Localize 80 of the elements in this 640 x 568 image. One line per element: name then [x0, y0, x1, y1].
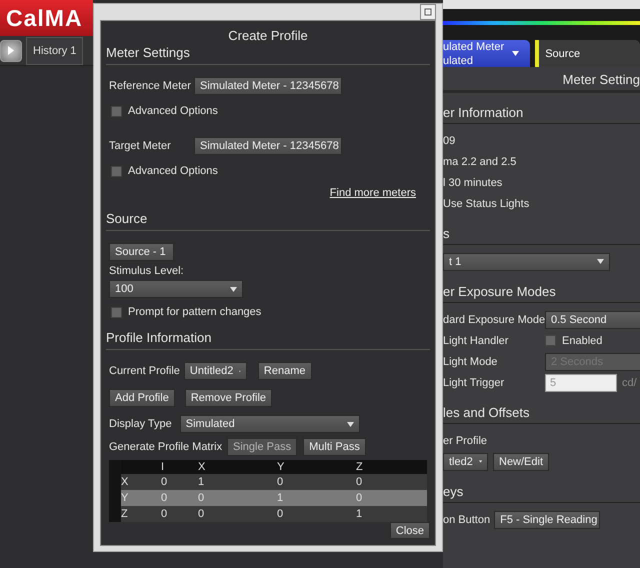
row-header: X [121, 476, 130, 488]
checkbox[interactable] [111, 166, 122, 176]
dropdown[interactable]: 100 [109, 280, 243, 298]
table-cell-text: 0 [161, 508, 168, 520]
section-header: Profile Information [106, 328, 430, 350]
field-label: Generate Profile Matrix [109, 441, 221, 453]
field-label: dard Exposure Mode [443, 314, 545, 326]
info-text: er Profile [443, 434, 488, 448]
input-field[interactable]: 5 [545, 374, 617, 392]
field-label: on Button [443, 512, 490, 528]
meter-tab[interactable]: ulated Meter ulated [443, 40, 530, 67]
field-label: Current Profile [109, 365, 180, 377]
column-header: Z [356, 461, 364, 473]
unit-label: cd/ [622, 376, 637, 388]
table-cell-text: 1 [198, 476, 206, 488]
column-header: I [161, 461, 166, 473]
table-cell-text: 1 [277, 492, 284, 504]
caret-icon [512, 51, 520, 56]
info-text: ma 2.2 and 2.5 [443, 154, 516, 170]
play-button[interactable] [0, 40, 22, 62]
info-text: 09 [443, 134, 456, 148]
table-cell-text: 0 [277, 508, 284, 520]
field-label: Stimulus Level: [109, 265, 184, 277]
column-header: X [198, 461, 206, 473]
field-label: Light Mode [443, 356, 498, 368]
close-button[interactable]: Close [390, 522, 430, 539]
field-label: Display Type [109, 418, 172, 430]
new-edit-button[interactable]: New/Edit [493, 452, 550, 470]
row-header: Y [121, 492, 130, 504]
field-label: Target Meter [109, 140, 172, 152]
table-cell-text: 1 [356, 508, 364, 520]
table-cell-text: 0 [161, 476, 168, 488]
table-cell-text: 0 [161, 492, 168, 504]
table-cell-text: 0 [356, 492, 364, 504]
multi-pass-button[interactable]: Multi Pass [303, 438, 366, 456]
remove-profile-button[interactable]: Remove Profile [184, 389, 272, 407]
checkbox[interactable] [111, 106, 122, 116]
dropdown[interactable]: Untitled2 [184, 362, 247, 380]
section-header: Source [106, 209, 430, 231]
matrix-row[interactable]: X 0 1 0 0 [109, 474, 427, 490]
table-cell-text: 0 [198, 492, 206, 504]
matrix-row[interactable]: Z 0 0 0 1 [109, 506, 427, 522]
dropdown[interactable]: 0.5 Second [545, 310, 640, 328]
table-cell-text: 0 [198, 508, 206, 520]
play-icon [8, 46, 14, 55]
dropdown[interactable]: F5 - Single Reading [494, 510, 600, 528]
dropdown[interactable]: tled2 [443, 452, 488, 470]
checkbox-label: Advanced Options [128, 164, 218, 179]
checkbox[interactable] [545, 335, 556, 346]
dropdown[interactable]: Simulated Meter - 12345678 [194, 137, 342, 155]
checkbox[interactable] [111, 306, 122, 318]
app-logo: CalMA [6, 4, 83, 32]
dropdown[interactable]: t 1 [443, 252, 610, 270]
section-header: Meter Settings [106, 43, 430, 65]
source-tab[interactable]: Source [535, 40, 640, 67]
caret-icon [478, 459, 482, 464]
table-cell-text: 0 [277, 476, 284, 488]
field-label: Reference Meter [109, 80, 191, 92]
history-tab[interactable]: History 1 [26, 36, 84, 64]
dropdown[interactable]: Simulated [180, 415, 360, 433]
dialog-title: Create Profile [227, 28, 309, 43]
field-label: Light Trigger [443, 376, 506, 388]
dropdown[interactable]: Source - 1 [109, 243, 174, 261]
caret-icon [346, 422, 354, 426]
row-header: Z [121, 508, 129, 520]
find-more-meters-link[interactable]: Find more meters [330, 187, 416, 199]
caret-icon [230, 286, 237, 292]
caret-icon [597, 259, 604, 264]
info-text: Use Status Lights [443, 196, 530, 212]
field-label: Light Handler [443, 334, 510, 346]
table-cell-text: 0 [356, 476, 364, 488]
checkbox-label: Prompt for pattern changes [128, 305, 262, 320]
checkbox-label: Enabled [562, 334, 602, 348]
rename-button[interactable]: Rename [258, 362, 312, 380]
dropdown[interactable]: Simulated Meter - 12345678 [194, 77, 342, 95]
close-icon[interactable] [420, 4, 436, 20]
column-header: Y [277, 461, 286, 473]
add-profile-button[interactable]: Add Profile [109, 389, 175, 407]
info-text: l 30 minutes [443, 176, 502, 190]
checkbox-label: Advanced Options [128, 104, 218, 119]
